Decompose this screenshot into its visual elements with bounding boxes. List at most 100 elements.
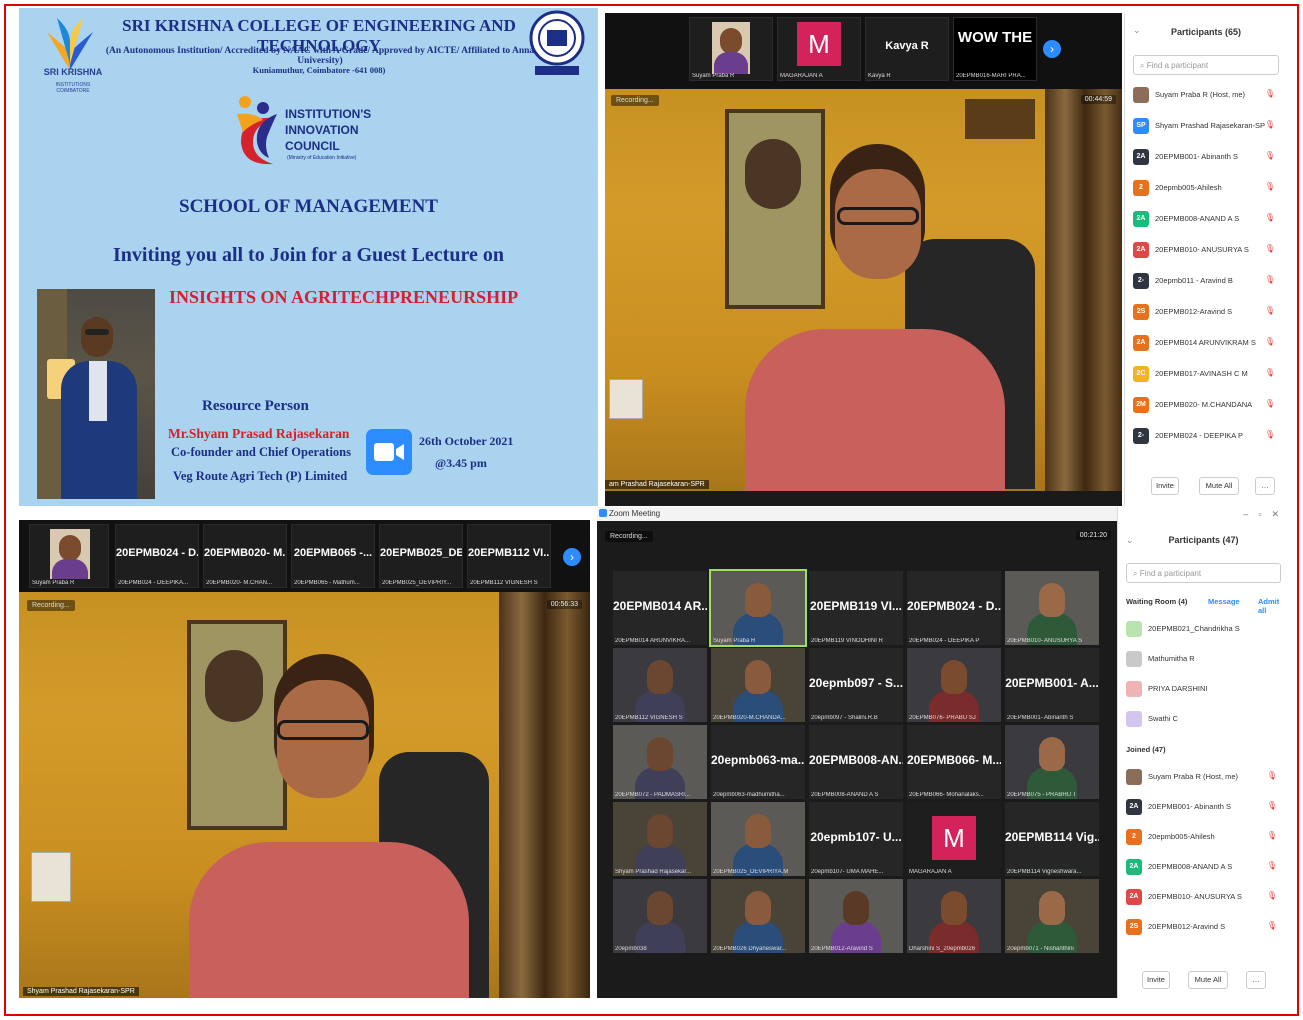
close-icon[interactable]: ✕ — [1271, 509, 1279, 519]
gallery-tile[interactable]: 20epmb107- U... 20epmb107- UMA MAHE... — [809, 802, 903, 876]
muted-mic-icon[interactable]: 🎙 — [1265, 151, 1275, 160]
waiting-participant-row[interactable]: 20EPMB021_Chandrikha S — [1126, 619, 1281, 641]
participant-row[interactable]: Suyam Praba R (Host, me) 🎙 — [1133, 85, 1279, 107]
participant-name: 20EPMB021_Chandrikha S — [1148, 624, 1240, 633]
participant-row[interactable]: 2A 20EPMB010- ANUSURYA S 🎙 — [1126, 887, 1281, 909]
participant-row[interactable]: 2A 20EPMB008-ANAND A S 🎙 — [1126, 857, 1281, 879]
muted-mic-icon[interactable]: 🎙 — [1267, 891, 1277, 900]
gallery-tile[interactable]: M MAGARAJAN A — [907, 802, 1001, 876]
gallery-tile[interactable]: 20EPMB026 Dhyaneswar... — [711, 879, 805, 953]
participant-row[interactable]: 2A 20EPMB001- Abinanth S 🎙 — [1133, 147, 1279, 169]
gallery-tile[interactable]: Dharshini S_20epmb026 — [907, 879, 1001, 953]
participant-row[interactable]: Suyam Praba R (Host, me) 🎙 — [1126, 767, 1281, 789]
participant-caption: MAGARAJAN A — [909, 869, 952, 875]
next-page-arrow-icon[interactable]: › — [563, 548, 581, 566]
participant-search-input[interactable]: ⌕ Find a participant — [1133, 55, 1279, 75]
gallery-tile[interactable]: 20epmb071 - Nishanthini — [1005, 879, 1099, 953]
gallery-tile[interactable]: 20EPMB112 VIGNESH S — [613, 648, 707, 722]
gallery-tile[interactable]: 20EPMB119 VI... 20EPMB119 VINODHINI R — [809, 571, 903, 645]
thumbnail-tile[interactable]: 20EPMB020- M... 20EPMB020- M.CHAN... — [203, 524, 287, 588]
participant-name: 20EPMB024 - D... — [907, 599, 1001, 613]
message-link[interactable]: Message — [1208, 597, 1240, 606]
thumbnail-tile[interactable]: Kavya R Kavya R — [865, 17, 949, 81]
gallery-tile[interactable]: 20EPMB014 AR... 20EPMB014 ARUNVIKRA... — [613, 571, 707, 645]
thumbnail-tile[interactable]: M MAGARAJAN A — [777, 17, 861, 81]
gallery-tile[interactable]: 20EPMB020-M.CHANDA... — [711, 648, 805, 722]
muted-mic-icon[interactable]: 🎙 — [1265, 368, 1275, 377]
thumbnail-tile[interactable]: 20EPMB112 VI... 20EPMB112 VIGNESH S — [467, 524, 551, 588]
gallery-tile[interactable]: 20epmb097 - S... 20epmb097 - Shalini.R.B — [809, 648, 903, 722]
muted-mic-icon[interactable]: 🎙 — [1267, 861, 1277, 870]
thumbnail-tile[interactable]: WOW THE 20EPMB016-MARI PRA... — [953, 17, 1037, 81]
participant-row[interactable]: 2- 20epmb011 - Aravind B 🎙 — [1133, 271, 1279, 293]
participant-row[interactable]: SP Shyam Prashad Rajasekaran-SPR 🎙 — [1133, 116, 1279, 138]
participant-row[interactable]: 2C 20EPMB017-AVINASH C M 🎙 — [1133, 364, 1279, 386]
gallery-tile[interactable]: 20EPMB012-Aravind S — [809, 879, 903, 953]
muted-mic-icon[interactable]: 🎙 — [1265, 120, 1275, 129]
participant-row[interactable]: 2S 20EPMB012-Aravind S 🎙 — [1133, 302, 1279, 324]
muted-mic-icon[interactable]: 🎙 — [1267, 771, 1277, 780]
muted-mic-icon[interactable]: 🎙 — [1265, 337, 1275, 346]
gallery-tile[interactable]: 20EPMB008-AN... 20EPMB008-ANAND A S — [809, 725, 903, 799]
next-page-arrow-icon[interactable]: › — [1043, 40, 1061, 58]
gallery-tile[interactable]: 20epmb063-ma... 20epmb063-madhumitha... — [711, 725, 805, 799]
muted-mic-icon[interactable]: 🎙 — [1265, 430, 1275, 439]
thumbnail-tile[interactable]: 20EPMB025_DE...20EPMB025_DEVIPRIY... — [379, 524, 463, 588]
muted-mic-icon[interactable]: 🎙 — [1265, 89, 1275, 98]
maximize-icon[interactable]: ▫ — [1258, 509, 1261, 519]
participant-row[interactable]: 2A 20EPMB010- ANUSURYA S 🎙 — [1133, 240, 1279, 262]
muted-mic-icon[interactable]: 🎙 — [1267, 921, 1277, 930]
thumbnail-tile[interactable]: Suyam Praba R — [689, 17, 773, 81]
gallery-tile[interactable]: 20EPMB066- M... 20EPMB066- Mohanalaks... — [907, 725, 1001, 799]
participant-video-face — [745, 814, 771, 848]
participant-row[interactable]: 2A 20EPMB008-ANAND A S 🎙 — [1133, 209, 1279, 231]
muted-mic-icon[interactable]: 🎙 — [1265, 399, 1275, 408]
gallery-tile[interactable]: 20EPMB076- PRABU SJ — [907, 648, 1001, 722]
waiting-participant-row[interactable]: Swathi C — [1126, 709, 1281, 731]
participant-caption: 20EPMB025_DEVIPRIYA.M — [713, 869, 789, 875]
waiting-participant-row[interactable]: Mathumitha R — [1126, 649, 1281, 671]
logo-left-sub: INSTITUTIONS COIMBATORE — [55, 82, 91, 94]
gallery-tile[interactable]: 20EPMB001- A... 20EPMB001- Abinanth S — [1005, 648, 1099, 722]
admit-all-link[interactable]: Admit all — [1258, 597, 1281, 615]
participant-name: 20epmb063-ma... — [711, 753, 805, 767]
gallery-tile[interactable]: 20EPMB024 - D... 20EPMB024 - DEEPIKA P — [907, 571, 1001, 645]
muted-mic-icon[interactable]: 🎙 — [1265, 275, 1275, 284]
gallery-tile[interactable]: Shyam Prashad Rajasekar... — [613, 802, 707, 876]
thumbnail-tile[interactable]: Suyam Praba R — [29, 524, 109, 588]
thumbnail-tile[interactable]: 20EPMB024 - D... 20EPMB024 - DEEPIKA... — [115, 524, 199, 588]
mute-all-button[interactable]: Mute All — [1188, 971, 1228, 989]
gallery-tile[interactable]: 20EPMB010- ANUSURYA S — [1005, 571, 1099, 645]
muted-mic-icon[interactable]: 🎙 — [1265, 244, 1275, 253]
gallery-tile[interactable]: Suyam Praba R — [709, 569, 807, 647]
muted-mic-icon[interactable]: 🎙 — [1265, 213, 1275, 222]
muted-mic-icon[interactable]: 🎙 — [1267, 801, 1277, 810]
minimize-icon[interactable]: – — [1243, 509, 1248, 519]
gallery-tile[interactable]: 20EPMB114 Vig... 20EPMB114 Vigneshwara... — [1005, 802, 1099, 876]
waiting-participant-row[interactable]: PRIYA DARSHINI — [1126, 679, 1281, 701]
more-options-button[interactable]: … — [1246, 971, 1266, 989]
mute-all-button[interactable]: Mute All — [1199, 477, 1239, 495]
logo-left-name: SRI KRISHNA — [43, 67, 103, 77]
thumbnail-tile[interactable]: 20EPMB065 -... 20EPMB065 - Mathum... — [291, 524, 375, 588]
participant-row[interactable]: 2A 20EPMB001- Abinanth S 🎙 — [1126, 797, 1281, 819]
gallery-tile[interactable]: 20EPMB025_DEVIPRIYA.M — [711, 802, 805, 876]
participant-row[interactable]: 2 20epmb005-Ahilesh 🎙 — [1133, 178, 1279, 200]
avatar: 2- — [1133, 273, 1149, 289]
participant-row[interactable]: 2 20epmb005-Ahilesh 🎙 — [1126, 827, 1281, 849]
participant-row[interactable]: 2- 20EPMB024 - DEEPIKA P 🎙 — [1133, 426, 1279, 448]
participant-search-input[interactable]: ⌕ Find a participant — [1126, 563, 1281, 583]
avatar: 2A — [1126, 889, 1142, 905]
participant-row[interactable]: 2M 20EPMB020- M.CHANDANA 🎙 — [1133, 395, 1279, 417]
gallery-tile[interactable]: 20EPMB075 - PRABHU T — [1005, 725, 1099, 799]
muted-mic-icon[interactable]: 🎙 — [1267, 831, 1277, 840]
muted-mic-icon[interactable]: 🎙 — [1265, 182, 1275, 191]
gallery-tile[interactable]: 20epmb038 — [613, 879, 707, 953]
participant-row[interactable]: 2S 20EPMB012-Aravind S 🎙 — [1126, 917, 1281, 939]
invite-button[interactable]: Invite — [1142, 971, 1170, 989]
muted-mic-icon[interactable]: 🎙 — [1265, 306, 1275, 315]
invite-button[interactable]: Invite — [1151, 477, 1179, 495]
more-options-button[interactable]: … — [1255, 477, 1275, 495]
participant-row[interactable]: 2A 20EPMB014 ARUNVIKRAM S 🎙 — [1133, 333, 1279, 355]
gallery-tile[interactable]: 20EPMB072 - PADMASRI... — [613, 725, 707, 799]
